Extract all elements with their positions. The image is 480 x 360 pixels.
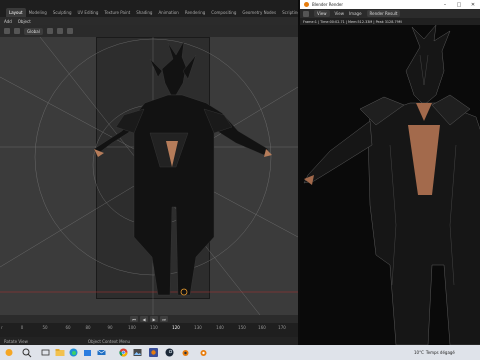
weather-widget[interactable]: 10°C Temps dégagé <box>412 347 455 358</box>
viewport-header: Global <box>0 25 298 37</box>
blender-icon[interactable] <box>148 347 159 358</box>
play-icon[interactable]: ▶ <box>150 316 158 322</box>
steam-icon[interactable] <box>164 347 175 358</box>
blender-icon-2[interactable] <box>198 347 209 358</box>
tab-shading[interactable]: Shading <box>133 8 155 17</box>
tab-compositing[interactable]: Compositing <box>208 8 239 17</box>
render-window: Blender Render – □ ✕ View View Image Ren… <box>298 0 480 345</box>
menu-add[interactable]: Add <box>4 19 12 24</box>
timeline-tick: 150 <box>238 325 246 330</box>
tab-geometry-nodes[interactable]: Geometry Nodes <box>239 8 279 17</box>
chrome-icon[interactable] <box>118 347 129 358</box>
render-result-dropdown[interactable]: Render Result <box>366 10 401 17</box>
timeline-tick: 130 <box>194 325 202 330</box>
menu-object[interactable]: Object <box>18 19 31 24</box>
close-icon[interactable]: ✕ <box>466 0 480 9</box>
render-menu-view2[interactable]: View <box>335 11 345 16</box>
blender-running-icon[interactable] <box>180 347 191 358</box>
workspace-tabs: Layout Modeling Sculpting UV Editing Tex… <box>0 0 298 17</box>
timeline-tick: 0 <box>20 325 24 330</box>
playback-controls: ⏮ ◀ ▶ ⏭ <box>0 315 298 323</box>
search-icon <box>22 348 32 357</box>
timeline-tick: 140 <box>216 325 224 330</box>
render-menu-view[interactable]: View <box>314 10 330 17</box>
tab-layout[interactable]: Layout <box>6 8 26 17</box>
mail-icon[interactable] <box>96 347 107 358</box>
tab-animation[interactable]: Animation <box>155 8 181 17</box>
status-left: Rotate View <box>4 338 28 344</box>
editor-type-icon[interactable] <box>303 10 309 17</box>
snap-icon[interactable] <box>56 28 63 34</box>
weather-description: Temps dégagé <box>425 350 455 355</box>
timeline-tick: 80 <box>85 325 91 330</box>
photos-icon[interactable] <box>132 347 143 358</box>
jump-end-icon[interactable]: ⏭ <box>160 316 168 322</box>
timeline-left-label: r <box>1 325 3 330</box>
editor-type-icon[interactable] <box>4 28 10 34</box>
timeline-tick: 100 <box>128 325 136 330</box>
transform-orientation-dropdown[interactable]: Global <box>24 27 43 35</box>
tab-modeling[interactable]: Modeling <box>26 8 50 17</box>
edge-icon[interactable] <box>68 347 79 358</box>
render-menu-image[interactable]: Image <box>349 11 362 16</box>
timeline-tick: 90 <box>107 325 113 330</box>
pivot-icon[interactable] <box>46 28 53 34</box>
transform-orientation-label: Global <box>27 28 40 34</box>
render-result-canvas <box>300 25 480 345</box>
timeline-tick: 50 <box>42 325 48 330</box>
search-button[interactable] <box>17 347 37 358</box>
tab-texture-paint[interactable]: Texture Paint <box>101 8 133 17</box>
timeline-tick: 160 <box>258 325 266 330</box>
status-center: Object Context Menu <box>87 338 131 344</box>
start-button[interactable] <box>2 347 16 358</box>
render-window-title: Blender Render <box>312 2 344 7</box>
maximize-icon[interactable]: □ <box>452 0 466 9</box>
blender-logo-icon <box>304 2 309 7</box>
render-window-menu: View View Image Render Result <box>300 9 480 18</box>
status-bar: Rotate View Object Context Menu <box>0 337 298 345</box>
file-explorer-icon[interactable] <box>54 347 65 358</box>
tab-rendering[interactable]: Rendering <box>182 8 208 17</box>
3d-viewport[interactable] <box>0 37 298 315</box>
viewport-canvas <box>0 37 298 315</box>
editor-menu-row: Add Object <box>0 17 298 25</box>
tab-scripting[interactable]: Scripting <box>279 8 298 17</box>
proportional-edit-icon[interactable] <box>66 28 73 34</box>
minimize-icon[interactable]: – <box>438 0 452 9</box>
render-info-bar: Frame:1 | Time:00:02.71 | Mem:512.33M | … <box>300 18 480 25</box>
weather-sun-icon <box>5 349 12 356</box>
render-result-image[interactable] <box>300 25 480 345</box>
timeline-tick: 110 <box>150 325 158 330</box>
window-controls: – □ ✕ <box>438 0 480 9</box>
render-info-text: Frame:1 | Time:00:02.71 | Mem:512.33M | … <box>303 19 402 24</box>
play-reverse-icon[interactable]: ◀ <box>140 316 148 322</box>
tab-uv-editing[interactable]: UV Editing <box>75 8 102 17</box>
jump-start-icon[interactable]: ⏮ <box>130 316 138 322</box>
store-icon[interactable] <box>82 347 93 358</box>
weather-temperature: 10°C <box>414 350 424 355</box>
timeline-tick: 170 <box>278 325 286 330</box>
blender-main-window: Layout Modeling Sculpting UV Editing Tex… <box>0 0 298 345</box>
timeline-tick: 60 <box>65 325 71 330</box>
select-mode-icon[interactable] <box>14 28 20 34</box>
timeline-tick-current: 120 <box>172 325 180 330</box>
task-view-icon[interactable] <box>40 347 51 358</box>
timeline[interactable]: r 0 50 60 80 90 100 110 120 130 140 150 … <box>0 323 298 337</box>
tab-sculpting[interactable]: Sculpting <box>50 8 75 17</box>
